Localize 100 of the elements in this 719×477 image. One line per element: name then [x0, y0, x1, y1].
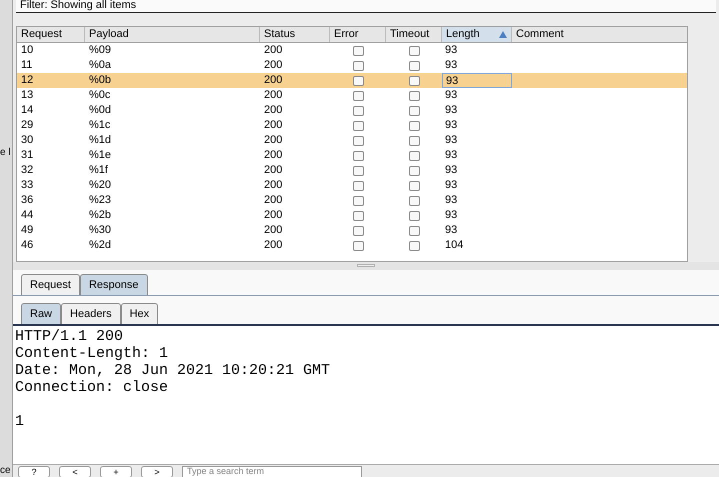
table-cell-text: 200	[263, 193, 284, 208]
response-body: HTTP/1.1 200 Content-Length: 1 Date: Mon, 28 Jun 2021 10:20:21 GMT Connection: close 1	[13, 326, 719, 464]
checkbox[interactable]	[352, 136, 364, 146]
table-cell-text: 33	[20, 178, 34, 193]
table-cell-text: %2d	[88, 238, 112, 253]
checkbox[interactable]	[408, 106, 420, 116]
table-cell-text: 200	[263, 163, 284, 178]
checkbox[interactable]	[408, 120, 420, 130]
table-cell-text: 93	[444, 178, 458, 193]
checkbox[interactable]	[408, 46, 420, 56]
table-cell-text: %30	[88, 223, 112, 238]
table-cell-text: 93	[444, 193, 458, 208]
table-cell-text: %1c	[88, 118, 112, 133]
checkbox[interactable]	[352, 76, 364, 86]
table-cell-text: 200	[263, 238, 284, 253]
split-handle[interactable]	[357, 264, 375, 267]
table-cell-text: 14	[20, 103, 34, 118]
checkbox[interactable]	[352, 166, 364, 176]
table-cell-text: 200	[263, 223, 284, 238]
table-cell-text: 12	[20, 73, 34, 88]
table-cell-text: %0a	[88, 58, 112, 73]
checkbox[interactable]	[352, 226, 364, 236]
table-cell-text: 93	[444, 223, 458, 238]
checkbox[interactable]	[352, 210, 364, 220]
checkbox[interactable]	[408, 90, 420, 100]
table-cell-text: %2b	[88, 208, 112, 223]
table-cell-text: 200	[263, 103, 284, 118]
search-nav-button[interactable]: ?	[18, 466, 50, 477]
table-cell-text: %09	[88, 43, 112, 58]
table-cell-text: %0b	[88, 73, 112, 88]
cut-off-label: ce	[0, 466, 12, 476]
checkbox[interactable]	[408, 240, 420, 250]
filter-bar[interactable]: Filter: Showing all items	[16, 0, 716, 13]
table-cell-text: %1d	[88, 133, 112, 148]
table-cell-text: 200	[263, 148, 284, 163]
column-header[interactable]: Error	[330, 27, 386, 42]
column-header[interactable]: Request	[17, 27, 85, 42]
table-cell-text: 93	[444, 88, 458, 103]
checkbox[interactable]	[352, 180, 364, 190]
search-nav-button[interactable]: >	[141, 466, 173, 477]
checkbox[interactable]	[408, 166, 420, 176]
table-cell-text: 36	[20, 193, 34, 208]
table-cell-text: 49	[20, 223, 34, 238]
column-header[interactable]: Status	[260, 27, 330, 42]
tab[interactable]: Request	[21, 274, 80, 295]
search-nav-button[interactable]: <	[59, 466, 91, 477]
checkbox[interactable]	[352, 90, 364, 100]
checkbox[interactable]	[408, 60, 420, 70]
checkbox[interactable]	[352, 46, 364, 56]
checkbox[interactable]	[408, 226, 420, 236]
table-cell-text: 93	[444, 148, 458, 163]
tab[interactable]: Response	[80, 274, 148, 295]
checkbox[interactable]	[352, 60, 364, 70]
checkbox[interactable]	[408, 196, 420, 206]
table-row[interactable]: 12 %0b 200 93	[17, 73, 687, 88]
cut-off-label: e l	[0, 148, 12, 158]
table-cell-text: 104	[444, 238, 464, 253]
column-header[interactable]: Payload	[85, 27, 260, 42]
table-cell-text: 200	[263, 58, 284, 73]
column-header[interactable]: Length	[442, 27, 512, 42]
table-cell: 93	[442, 73, 512, 88]
table-cell-text: %23	[88, 193, 112, 208]
checkbox[interactable]	[408, 180, 420, 190]
table-cell-text: 200	[263, 118, 284, 133]
table-cell-text: %0d	[88, 103, 112, 118]
checkbox[interactable]	[352, 240, 364, 250]
checkbox[interactable]	[352, 106, 364, 116]
checkbox[interactable]	[352, 120, 364, 130]
table-cell-text: 93	[444, 103, 458, 118]
table-cell-text: %1e	[88, 148, 112, 163]
table-cell-text: %1f	[88, 163, 109, 178]
table-cell-text: 93	[444, 133, 458, 148]
table-cell-text: 200	[263, 73, 284, 88]
tab[interactable]: Headers	[61, 303, 121, 324]
table-cell-text: 200	[263, 88, 284, 103]
checkbox[interactable]	[352, 150, 364, 160]
table-cell-text: 11	[20, 58, 34, 73]
checkbox[interactable]	[352, 196, 364, 206]
column-header[interactable]: Comment	[512, 27, 687, 42]
table-cell-text: 200	[263, 133, 284, 148]
checkbox[interactable]	[408, 136, 420, 146]
tab[interactable]: Hex	[120, 303, 158, 324]
table-cell-text: 30	[20, 133, 34, 148]
checkbox[interactable]	[408, 76, 420, 86]
table-cell-text: 93	[444, 118, 458, 133]
checkbox[interactable]	[408, 150, 420, 160]
table-cell-text: 200	[263, 178, 284, 193]
tab[interactable]: Raw	[21, 303, 62, 324]
table-cell-text: %20	[88, 178, 112, 193]
table-cell-text: 93	[444, 163, 458, 178]
table-cell-text: 32	[20, 163, 34, 178]
sort-ascending-icon	[499, 31, 507, 38]
table-cell-text: 31	[20, 148, 34, 163]
search-field[interactable]: Type a search term	[182, 466, 362, 477]
search-nav-button[interactable]: +	[100, 466, 132, 477]
checkbox[interactable]	[408, 210, 420, 220]
table-cell-text: 44	[20, 208, 34, 223]
table-cell-text: 46	[20, 238, 34, 253]
table-cell-text: 93	[444, 58, 458, 73]
table-cell-text: 29	[20, 118, 34, 133]
